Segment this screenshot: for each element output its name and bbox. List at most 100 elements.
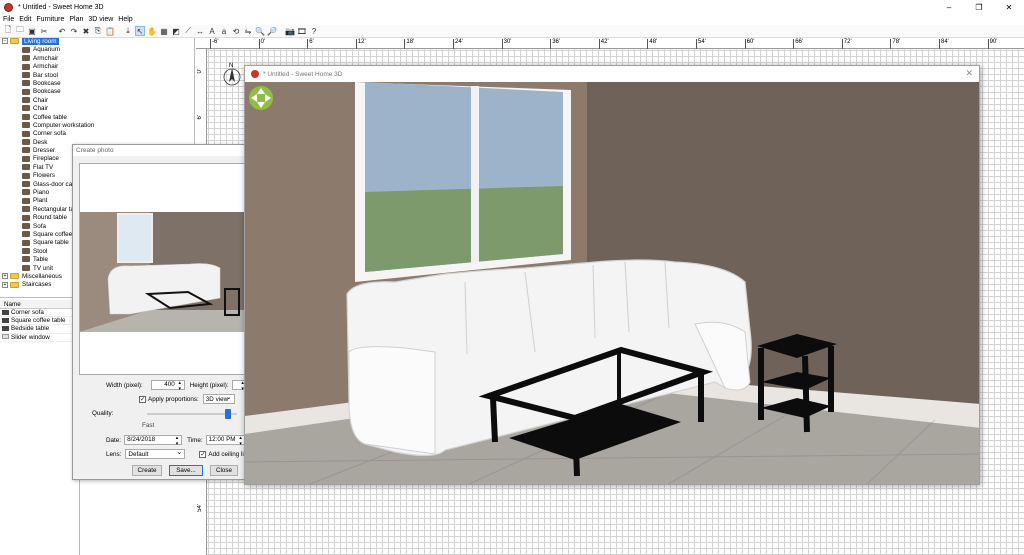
cut-icon[interactable]: ✂: [39, 26, 49, 36]
collapse-icon[interactable]: −: [2, 38, 8, 45]
close-dialog-button[interactable]: Close: [210, 465, 238, 476]
expand-icon[interactable]: +: [2, 281, 8, 288]
text-style-icon[interactable]: a: [219, 26, 229, 36]
ruler-tick-label: 90': [987, 39, 998, 49]
catalog-item[interactable]: Bookcase: [0, 80, 194, 88]
lens-select[interactable]: Default: [125, 448, 186, 459]
zoom-in-icon[interactable]: 🔍: [255, 26, 265, 36]
furniture-list[interactable]: Name Corner sofa Square coffee table Bed…: [0, 300, 80, 555]
save-button[interactable]: Save...: [169, 465, 203, 476]
column-header-name[interactable]: Name: [0, 300, 79, 309]
ruler-tick-label: 6': [306, 39, 314, 49]
rotate-icon[interactable]: ⟲: [231, 26, 241, 36]
catalog-item[interactable]: Armchair: [0, 63, 194, 71]
menu-furniture[interactable]: Furniture: [36, 16, 64, 23]
furniture-icon: [22, 88, 30, 95]
menu-edit[interactable]: Edit: [19, 16, 31, 23]
furniture-icon: [22, 164, 30, 171]
close-button[interactable]: ✕: [994, 0, 1024, 14]
width-spinner[interactable]: 400: [150, 380, 185, 392]
select-mode-icon[interactable]: ↖: [135, 26, 145, 36]
ruler-tick-label: 42': [598, 39, 609, 49]
maximize-button[interactable]: ❐: [964, 0, 994, 14]
3d-scene[interactable]: [245, 82, 980, 485]
furniture-icon: [22, 222, 30, 229]
redo-icon[interactable]: ↷: [69, 26, 79, 36]
ruler-tick-label: 72': [841, 39, 852, 49]
3d-view-title: * Untitled - Sweet Home 3D: [263, 70, 343, 78]
catalog-category-living-room[interactable]: − Living room: [0, 38, 194, 46]
time-label: Time:: [187, 436, 203, 444]
catalog-item[interactable]: Bookcase: [0, 88, 194, 96]
list-item[interactable]: Square coffee table: [0, 317, 79, 326]
furniture-icon: [22, 122, 30, 129]
save-icon[interactable]: ▣: [27, 26, 37, 36]
copy-icon[interactable]: ⎘: [93, 26, 103, 36]
catalog-item[interactable]: Corner sofa: [0, 130, 194, 138]
furniture-icon: [22, 46, 30, 53]
menu-help[interactable]: Help: [118, 16, 132, 23]
pan-mode-icon[interactable]: ✋: [147, 26, 157, 36]
ruler-tick-label: 66': [793, 39, 804, 49]
dialog-title: Create photo: [73, 145, 251, 156]
menu-file[interactable]: File: [3, 16, 14, 23]
create-walls-icon[interactable]: ▦: [159, 26, 169, 36]
ruler-tick-label: 30': [501, 39, 512, 49]
ruler-tick-label: 24': [453, 39, 463, 49]
help-icon[interactable]: ?: [309, 26, 319, 36]
furniture-icon: [22, 180, 30, 187]
create-polylines-icon[interactable]: ⟋: [183, 26, 193, 36]
close-3d-view-button[interactable]: ✕: [965, 68, 973, 79]
delete-icon[interactable]: ✖: [81, 26, 91, 36]
ruler-tick-label: -6': [209, 39, 219, 49]
catalog-item[interactable]: Armchair: [0, 55, 194, 63]
create-photo-icon[interactable]: 📷: [285, 26, 295, 36]
menu-plan[interactable]: Plan: [69, 16, 83, 23]
list-item[interactable]: Corner sofa: [0, 309, 79, 318]
quality-slider[interactable]: [147, 409, 237, 419]
quality-slider-thumb[interactable]: [225, 409, 231, 419]
time-field[interactable]: 12:00 PM: [205, 435, 246, 447]
ruler-tick-label: 60': [744, 39, 755, 49]
proportions-select[interactable]: 3D view: [202, 393, 235, 404]
catalog-item[interactable]: Chair: [0, 105, 194, 113]
table-icon: [2, 318, 9, 324]
app-icon: [251, 70, 259, 78]
date-label: Date:: [106, 436, 122, 444]
date-field[interactable]: 8/24/2018: [124, 435, 183, 447]
catalog-item[interactable]: Chair: [0, 97, 194, 105]
create-rooms-icon[interactable]: ◩: [171, 26, 181, 36]
add-furniture-icon[interactable]: ⤓: [123, 26, 133, 36]
furniture-icon: [22, 130, 30, 137]
furniture-icon: [22, 63, 30, 70]
catalog-item[interactable]: Coffee table: [0, 114, 194, 122]
furniture-icon: [22, 239, 30, 246]
menu-3d-view[interactable]: 3D view: [88, 16, 113, 23]
minimize-button[interactable]: –: [934, 0, 964, 14]
new-file-icon[interactable]: 🗋: [3, 25, 13, 36]
create-video-icon[interactable]: 🎞: [297, 26, 307, 36]
3d-view-window[interactable]: * Untitled - Sweet Home 3D ✕: [244, 65, 980, 485]
apply-proportions-checkbox[interactable]: ✓: [139, 395, 146, 403]
add-ceiling-lights-checkbox[interactable]: ✓: [199, 450, 207, 458]
catalog-item[interactable]: Computer workstation: [0, 122, 194, 130]
expand-icon[interactable]: +: [2, 273, 8, 280]
create-dimensions-icon[interactable]: ↔: [195, 26, 205, 36]
flip-icon[interactable]: ⇋: [243, 26, 253, 36]
catalog-item[interactable]: Aquarium: [0, 46, 194, 54]
paste-icon[interactable]: 📋: [105, 26, 115, 36]
create-button[interactable]: Create: [132, 465, 162, 476]
open-icon[interactable]: 🗀: [15, 25, 25, 36]
furniture-icon: [22, 264, 30, 271]
add-text-icon[interactable]: A: [207, 26, 217, 36]
zoom-out-icon[interactable]: 🔎: [267, 26, 277, 36]
ruler-tick-label: 18': [404, 39, 415, 49]
compass-icon[interactable]: N: [222, 62, 242, 88]
furniture-icon: [22, 231, 30, 238]
undo-icon[interactable]: ↶: [57, 26, 67, 36]
list-item[interactable]: Slider window: [0, 334, 79, 342]
furniture-icon: [22, 256, 30, 263]
title-bar: * Untitled - Sweet Home 3D – ❐ ✕: [0, 0, 1024, 14]
catalog-item[interactable]: Bar stool: [0, 72, 194, 80]
list-item[interactable]: Bedside table: [0, 325, 79, 334]
